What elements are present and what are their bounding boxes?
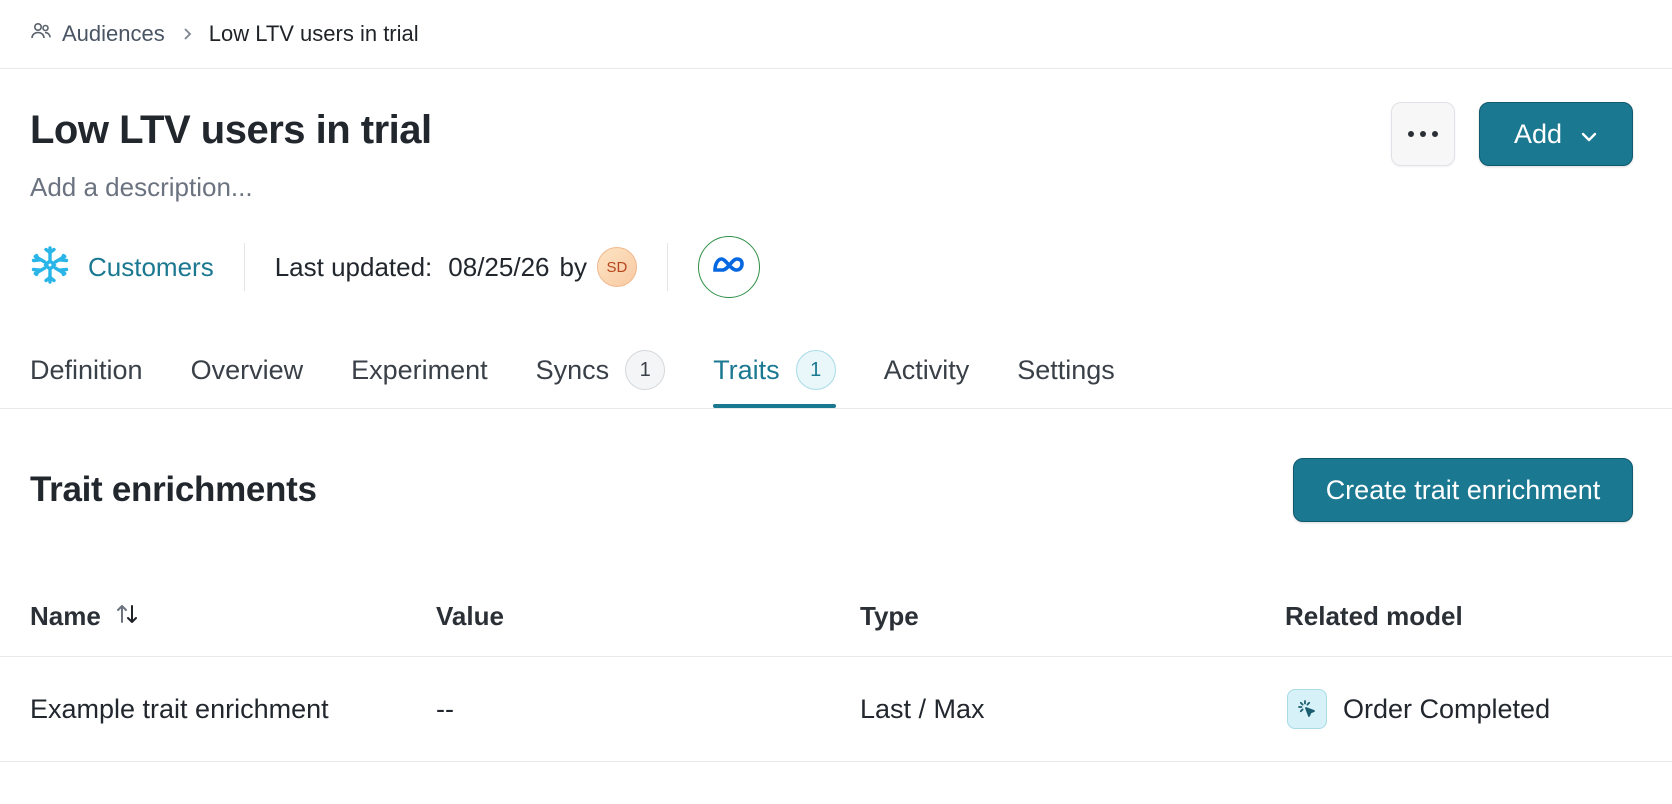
- avatar[interactable]: SD: [596, 247, 637, 287]
- tab-definition[interactable]: Definition: [30, 344, 143, 396]
- page-title: Low LTV users in trial: [30, 108, 432, 152]
- divider: [243, 243, 245, 291]
- breadcrumb-root-label: Audiences: [62, 21, 165, 46]
- by-label: by: [559, 251, 587, 282]
- tab-label: Definition: [30, 354, 143, 385]
- count-badge: 1: [795, 350, 836, 390]
- cell-value: --: [436, 693, 454, 724]
- table-header: Name Value Type Related model: [0, 576, 1672, 657]
- event-model-icon: [1287, 689, 1327, 729]
- create-trait-enrichment-button[interactable]: Create trait enrichment: [1293, 458, 1633, 522]
- add-button-label: Add: [1513, 118, 1563, 149]
- last-updated: Last updated: 08/25/26 by SD: [275, 247, 637, 287]
- tab-activity[interactable]: Activity: [884, 344, 970, 396]
- add-button[interactable]: Add: [1479, 102, 1633, 166]
- ellipsis-dot: [1432, 131, 1438, 137]
- meta-destination-button[interactable]: [697, 236, 760, 298]
- breadcrumb-audiences-link[interactable]: Audiences: [30, 21, 165, 47]
- divider: [0, 68, 1672, 69]
- tab-experiment[interactable]: Experiment: [351, 344, 488, 396]
- cell-name: Example trait enrichment: [30, 693, 329, 724]
- tab-traits[interactable]: Traits 1: [713, 344, 836, 408]
- column-header-type: Type: [860, 600, 919, 631]
- source-link[interactable]: Customers: [30, 245, 214, 290]
- cell-type: Last / Max: [860, 693, 985, 724]
- audience-meta: Customers Last updated: 08/25/26 by SD: [30, 236, 760, 298]
- table-row[interactable]: Example trait enrichment -- Last / Max O…: [0, 657, 1672, 762]
- tab-label: Experiment: [351, 354, 488, 385]
- tab-label: Traits: [713, 354, 780, 385]
- ellipsis-dot: [1420, 131, 1426, 137]
- snowflake-icon: [30, 245, 70, 290]
- tab-label: Settings: [1017, 354, 1115, 385]
- column-header-related-model: Related model: [1285, 600, 1463, 631]
- column-header-label: Name: [30, 600, 101, 631]
- source-label: Customers: [88, 251, 214, 282]
- tab-bar: Definition Overview Experiment Syncs 1 T…: [30, 344, 1163, 408]
- count-badge: 1: [625, 350, 666, 390]
- section-title: Trait enrichments: [30, 470, 317, 509]
- column-header-value: Value: [436, 600, 504, 631]
- sort-icon[interactable]: [115, 601, 139, 632]
- breadcrumb-current: Low LTV users in trial: [208, 21, 419, 46]
- tab-label: Activity: [883, 354, 970, 385]
- tab-label: Syncs: [535, 354, 610, 385]
- tab-label: Overview: [190, 354, 304, 385]
- tab-syncs[interactable]: Syncs 1: [536, 344, 666, 396]
- chevron-right-icon: [181, 21, 193, 47]
- related-model-label: Order Completed: [1343, 693, 1551, 724]
- ellipsis-icon: [1408, 131, 1414, 137]
- last-updated-date: 08/25/26: [448, 251, 550, 282]
- meta-logo-icon: [711, 254, 747, 281]
- column-header-name[interactable]: Name: [30, 601, 139, 632]
- description-input[interactable]: Add a description...: [30, 172, 253, 203]
- traits-table: Name Value Type Related model Example tr…: [0, 576, 1672, 762]
- more-options-button[interactable]: [1391, 102, 1455, 166]
- cell-related-model: Order Completed: [1287, 689, 1550, 729]
- tab-overview[interactable]: Overview: [191, 344, 304, 396]
- divider: [0, 408, 1672, 409]
- chevron-down-icon: [1580, 119, 1598, 150]
- last-updated-label: Last updated:: [274, 251, 433, 282]
- tab-settings[interactable]: Settings: [1017, 344, 1115, 396]
- users-icon: [30, 21, 52, 47]
- divider: [666, 243, 668, 291]
- breadcrumb: Audiences Low LTV users in trial: [30, 0, 419, 68]
